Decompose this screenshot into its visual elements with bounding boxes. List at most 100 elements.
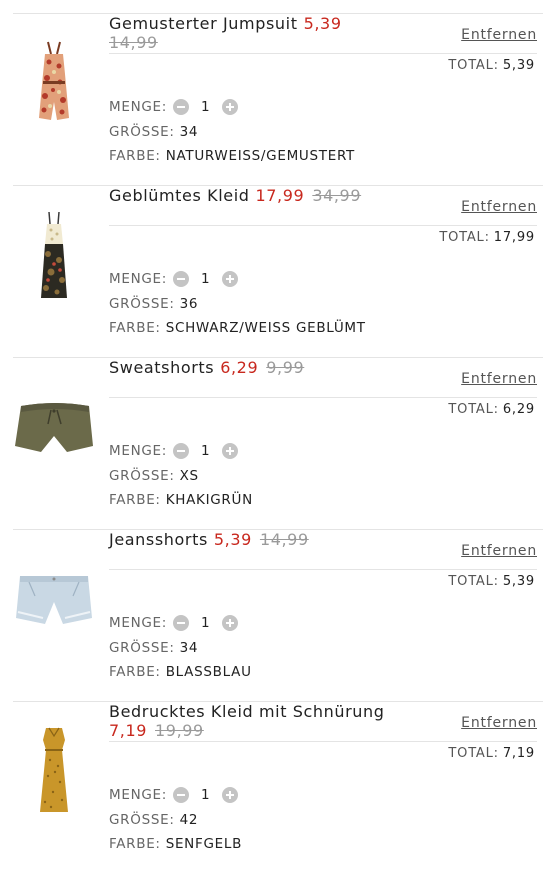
color-row: FARBE: SCHWARZ/WEISS GEBLÜMT xyxy=(109,320,366,336)
decrease-quantity-button[interactable] xyxy=(173,99,190,115)
original-price: 14,99 xyxy=(259,530,309,549)
quantity-value: 1 xyxy=(201,99,211,115)
product-name[interactable]: Bedrucktes Kleid mit Schnürung xyxy=(109,702,385,721)
original-price: 14,99 xyxy=(109,33,158,52)
item-total: TOTAL: 5,39 xyxy=(448,58,535,73)
item-total: TOTAL: 17,99 xyxy=(439,230,535,245)
item-total: TOTAL: 5,39 xyxy=(448,574,535,589)
size-label: GRÖSSE: xyxy=(109,812,175,828)
size-row: GRÖSSE: 42 xyxy=(109,812,198,828)
increase-quantity-button[interactable] xyxy=(222,615,239,631)
product-thumbnail-jumpsuit[interactable] xyxy=(15,22,93,150)
cart-item: Geblümtes Kleid 17,99 34,99 Entfernen TOTA… xyxy=(13,185,543,358)
quantity-value: 1 xyxy=(201,787,211,803)
product-title-line: Geblümtes Kleid 17,99 34,99 xyxy=(109,186,414,205)
sale-price: 17,99 xyxy=(255,186,305,205)
cart-item: Sweatshorts 6,29 9,99 Entfernen TOTAL: 6,29… xyxy=(13,357,543,530)
original-price: 9,99 xyxy=(266,358,305,377)
color-value: BLASSBLAU xyxy=(165,664,252,680)
total-label: TOTAL: xyxy=(448,746,499,761)
cart-item: Gemusterter Jumpsuit 5,39 14,99 Entfernen… xyxy=(13,13,543,186)
divider xyxy=(109,741,537,742)
size-row: GRÖSSE: XS xyxy=(109,468,199,484)
size-value: 34 xyxy=(179,640,199,656)
cart-item: Jeansshorts 5,39 14,99 Entfernen TOTAL: 5,3… xyxy=(13,529,543,702)
quantity-stepper: MENGE: 1 xyxy=(109,443,239,459)
sale-price: 5,39 xyxy=(303,14,342,33)
product-name[interactable]: Jeansshorts xyxy=(109,530,208,549)
product-title-line: Gemusterter Jumpsuit 5,39 14,99 xyxy=(109,14,414,52)
cart-item: Bedrucktes Kleid mit Schnürung 7,19 19,99… xyxy=(13,701,543,874)
color-label: FARBE: xyxy=(109,664,161,680)
size-row: GRÖSSE: 34 xyxy=(109,124,198,140)
quantity-value: 1 xyxy=(201,443,211,459)
color-value: NATURWEISS/GEMUSTERT xyxy=(165,148,355,164)
item-total: TOTAL: 6,29 xyxy=(448,402,535,417)
increase-quantity-button[interactable] xyxy=(222,99,239,115)
color-row: FARBE: BLASSBLAU xyxy=(109,664,252,680)
quantity-value: 1 xyxy=(201,615,211,631)
quantity-label: MENGE: xyxy=(109,271,168,287)
product-name[interactable]: Geblümtes Kleid xyxy=(109,186,250,205)
size-label: GRÖSSE: xyxy=(109,640,175,656)
increase-quantity-button[interactable] xyxy=(222,787,239,803)
color-row: FARBE: KHAKIGRÜN xyxy=(109,492,253,508)
product-name[interactable]: Gemusterter Jumpsuit xyxy=(109,14,298,33)
divider xyxy=(109,569,537,570)
product-title-line: Jeansshorts 5,39 14,99 xyxy=(109,530,414,549)
quantity-label: MENGE: xyxy=(109,99,168,115)
remove-item-link[interactable]: Entfernen xyxy=(461,27,537,43)
decrease-quantity-button[interactable] xyxy=(173,443,190,459)
product-thumbnail-floral-dress[interactable] xyxy=(15,194,93,322)
quantity-stepper: MENGE: 1 xyxy=(109,615,239,631)
total-value: 7,19 xyxy=(502,746,535,761)
divider xyxy=(109,53,537,54)
total-label: TOTAL: xyxy=(448,574,499,589)
size-label: GRÖSSE: xyxy=(109,468,175,484)
total-label: TOTAL: xyxy=(448,402,499,417)
size-label: GRÖSSE: xyxy=(109,296,175,312)
divider xyxy=(109,225,537,226)
total-label: TOTAL: xyxy=(448,58,499,73)
quantity-stepper: MENGE: 1 xyxy=(109,99,239,115)
remove-item-link[interactable]: Entfernen xyxy=(461,715,537,731)
size-value: 42 xyxy=(179,812,199,828)
color-value: SENFGELB xyxy=(165,836,243,852)
total-value: 5,39 xyxy=(502,58,535,73)
quantity-stepper: MENGE: 1 xyxy=(109,271,239,287)
divider xyxy=(109,397,537,398)
item-total: TOTAL: 7,19 xyxy=(448,746,535,761)
size-value: XS xyxy=(179,468,199,484)
total-label: TOTAL: xyxy=(439,230,490,245)
increase-quantity-button[interactable] xyxy=(222,443,239,459)
remove-item-link[interactable]: Entfernen xyxy=(461,371,537,387)
color-row: FARBE: NATURWEISS/GEMUSTERT xyxy=(109,148,355,164)
color-label: FARBE: xyxy=(109,148,161,164)
color-label: FARBE: xyxy=(109,836,161,852)
increase-quantity-button[interactable] xyxy=(222,271,239,287)
decrease-quantity-button[interactable] xyxy=(173,787,190,803)
quantity-label: MENGE: xyxy=(109,443,168,459)
remove-item-link[interactable]: Entfernen xyxy=(461,543,537,559)
color-value: SCHWARZ/WEISS GEBLÜMT xyxy=(165,320,366,336)
product-title-line: Bedrucktes Kleid mit Schnürung 7,19 19,99 xyxy=(109,702,414,740)
product-title-line: Sweatshorts 6,29 9,99 xyxy=(109,358,414,377)
color-label: FARBE: xyxy=(109,320,161,336)
sale-price: 6,29 xyxy=(220,358,259,377)
decrease-quantity-button[interactable] xyxy=(173,615,190,631)
product-name[interactable]: Sweatshorts xyxy=(109,358,214,377)
quantity-stepper: MENGE: 1 xyxy=(109,787,239,803)
size-row: GRÖSSE: 34 xyxy=(109,640,198,656)
remove-item-link[interactable]: Entfernen xyxy=(461,199,537,215)
product-thumbnail-mustard-dress[interactable] xyxy=(15,710,93,838)
original-price: 19,99 xyxy=(155,721,204,740)
size-label: GRÖSSE: xyxy=(109,124,175,140)
product-thumbnail-denim-shorts[interactable] xyxy=(15,538,93,666)
sale-price: 7,19 xyxy=(109,721,148,740)
original-price: 34,99 xyxy=(312,186,362,205)
quantity-label: MENGE: xyxy=(109,787,168,803)
product-thumbnail-sweatshorts[interactable] xyxy=(15,366,93,494)
decrease-quantity-button[interactable] xyxy=(173,271,190,287)
total-value: 5,39 xyxy=(502,574,535,589)
color-value: KHAKIGRÜN xyxy=(165,492,253,508)
